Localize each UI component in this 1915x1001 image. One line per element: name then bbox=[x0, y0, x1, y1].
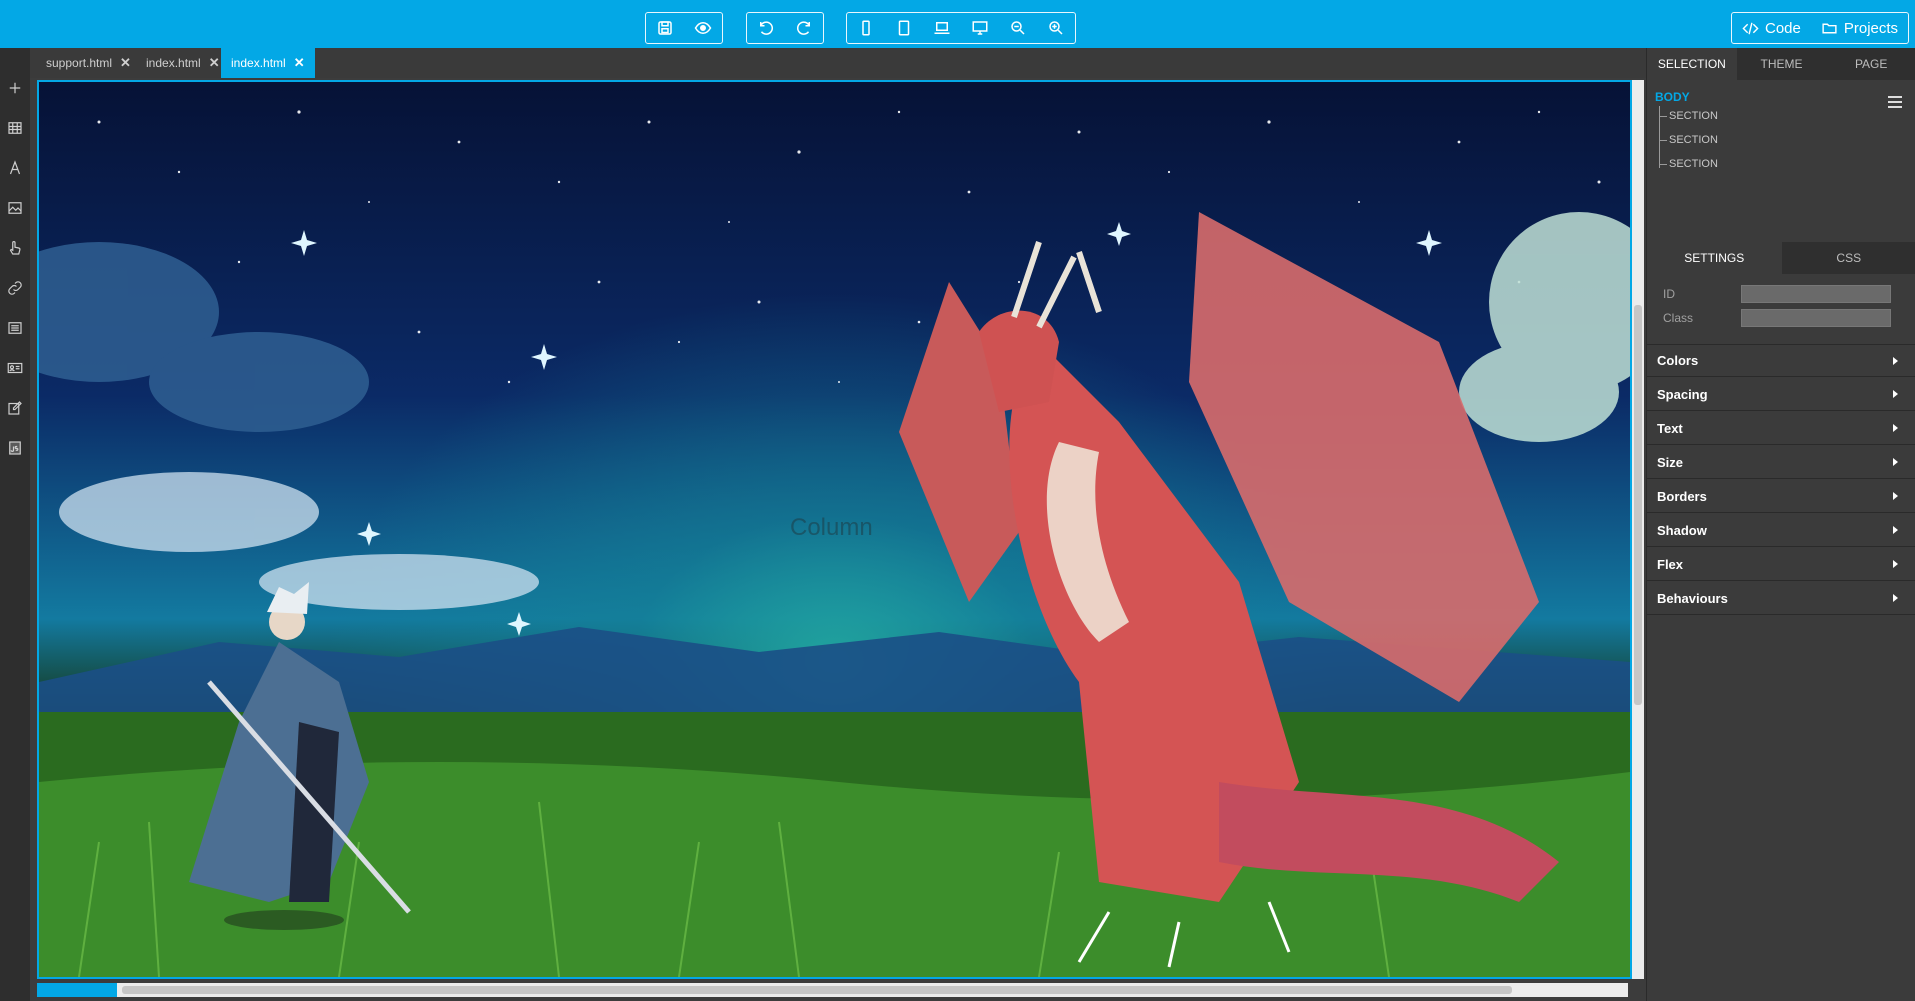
class-field[interactable] bbox=[1741, 309, 1891, 327]
section-label: Flex bbox=[1657, 556, 1684, 572]
dom-tree: BODY SECTION SECTION SECTION bbox=[1655, 90, 1905, 176]
edit-icon[interactable] bbox=[0, 388, 30, 428]
canvas-horizontal-scrollbar[interactable] bbox=[37, 983, 1628, 997]
preview-eye-icon[interactable] bbox=[684, 13, 722, 43]
caret-right-icon bbox=[1893, 458, 1898, 466]
canvas-vertical-scrollbar[interactable] bbox=[1632, 80, 1644, 979]
caret-right-icon bbox=[1893, 594, 1898, 602]
section-shadow[interactable]: Shadow bbox=[1647, 514, 1915, 547]
history-group bbox=[746, 12, 824, 44]
section-flex[interactable]: Flex bbox=[1647, 548, 1915, 581]
tab-css[interactable]: CSS bbox=[1782, 242, 1915, 274]
list-icon[interactable] bbox=[0, 308, 30, 348]
zoom-in-icon[interactable] bbox=[1037, 13, 1075, 43]
file-tab-label: index.html bbox=[146, 56, 201, 70]
code-icon bbox=[1742, 22, 1759, 34]
class-field-row: Class bbox=[1663, 308, 1903, 328]
desktop-icon[interactable] bbox=[961, 13, 999, 43]
column-watermark: Column bbox=[790, 514, 873, 541]
tab-settings[interactable]: SETTINGS bbox=[1647, 242, 1782, 274]
code-button[interactable]: Code bbox=[1732, 13, 1811, 43]
file-tab-label: index.html bbox=[231, 56, 286, 70]
section-label: Colors bbox=[1657, 353, 1699, 368]
projects-button-label: Projects bbox=[1843, 19, 1899, 37]
section-colors[interactable]: Colors bbox=[1647, 344, 1915, 377]
section-label: Text bbox=[1657, 420, 1683, 436]
scrollbar-thumb[interactable] bbox=[1634, 305, 1642, 705]
close-icon[interactable]: ✕ bbox=[120, 55, 131, 71]
section-label: Shadow bbox=[1657, 522, 1707, 538]
redo-icon[interactable] bbox=[785, 13, 823, 43]
section-spacing[interactable]: Spacing bbox=[1647, 378, 1915, 411]
save-icon[interactable] bbox=[646, 13, 684, 43]
section-text[interactable]: Text bbox=[1647, 412, 1915, 445]
tree-node-section[interactable]: SECTION bbox=[1659, 128, 1905, 152]
file-tab-index-active[interactable]: index.html ✕ bbox=[221, 48, 315, 78]
laptop-icon[interactable] bbox=[923, 13, 961, 43]
tree-node-label: SECTION bbox=[1669, 134, 1718, 146]
undo-icon[interactable] bbox=[747, 13, 785, 43]
tree-node-section[interactable]: SECTION bbox=[1659, 152, 1905, 176]
panel-tabs: SELECTION THEME PAGE bbox=[1647, 48, 1915, 80]
file-tab-index[interactable]: index.html ✕ bbox=[136, 48, 230, 78]
device-zoom-group bbox=[846, 12, 1076, 44]
caret-right-icon bbox=[1893, 356, 1898, 365]
section-label: Borders bbox=[1657, 488, 1707, 504]
add-icon[interactable] bbox=[0, 68, 30, 108]
hand-pointer-icon[interactable] bbox=[0, 228, 30, 268]
tree-node-body[interactable]: BODY bbox=[1655, 90, 1905, 104]
properties-panel: SELECTION THEME PAGE BODY SECTION SECTIO… bbox=[1646, 48, 1915, 1001]
tab-page[interactable]: PAGE bbox=[1826, 48, 1915, 80]
projects-button[interactable]: Projects bbox=[1811, 13, 1908, 43]
section-label: Behaviours bbox=[1657, 590, 1728, 606]
tablet-icon[interactable] bbox=[885, 13, 923, 43]
page-canvas[interactable]: Column bbox=[37, 80, 1632, 979]
id-field-label: ID bbox=[1663, 287, 1675, 301]
component-sidebar bbox=[0, 48, 30, 1001]
tree-connector bbox=[1659, 106, 1660, 168]
caret-right-icon bbox=[1893, 424, 1898, 432]
close-icon[interactable]: ✕ bbox=[209, 55, 220, 71]
caret-right-icon bbox=[1893, 560, 1898, 568]
zoom-out-icon[interactable] bbox=[999, 13, 1037, 43]
tree-node-label: SECTION bbox=[1669, 158, 1718, 170]
tree-node-section[interactable]: SECTION bbox=[1659, 104, 1905, 128]
tab-theme[interactable]: THEME bbox=[1737, 48, 1827, 80]
id-field-row: ID bbox=[1663, 284, 1903, 304]
top-toolbar: Code Projects bbox=[0, 0, 1915, 49]
tree-node-label: SECTION bbox=[1669, 110, 1718, 122]
file-tab-label: support.html bbox=[46, 56, 113, 70]
caret-right-icon bbox=[1893, 492, 1898, 500]
link-icon[interactable] bbox=[0, 268, 30, 308]
section-label: Spacing bbox=[1657, 386, 1708, 402]
settings-tabs: SETTINGS CSS bbox=[1647, 242, 1915, 274]
right-actions-group: Code Projects bbox=[1731, 12, 1910, 44]
scrollbar-thumb[interactable] bbox=[122, 986, 1512, 994]
canvas-status-strip bbox=[37, 983, 117, 997]
file-tab-bar: support.html ✕ index.html ✕ index.html ✕ bbox=[30, 48, 1646, 78]
section-behaviours[interactable]: Behaviours bbox=[1647, 582, 1915, 615]
section-label: Size bbox=[1657, 454, 1684, 470]
file-tab-support[interactable]: support.html ✕ bbox=[36, 48, 141, 78]
caret-right-icon bbox=[1893, 526, 1898, 534]
tab-selection[interactable]: SELECTION bbox=[1647, 48, 1737, 80]
close-icon[interactable]: ✕ bbox=[294, 55, 305, 71]
file-actions-group bbox=[645, 12, 723, 44]
id-card-icon[interactable] bbox=[0, 348, 30, 388]
section-borders[interactable]: Borders bbox=[1647, 480, 1915, 513]
class-field-label: Class bbox=[1663, 311, 1694, 325]
code-button-label: Code bbox=[1765, 19, 1801, 37]
hamburger-menu-icon[interactable] bbox=[1888, 96, 1902, 108]
section-size[interactable]: Size bbox=[1647, 446, 1915, 479]
id-field[interactable] bbox=[1741, 285, 1891, 303]
caret-right-icon bbox=[1893, 390, 1898, 398]
text-icon[interactable] bbox=[0, 148, 30, 188]
table-icon[interactable] bbox=[0, 108, 30, 148]
folder-open-icon bbox=[1822, 23, 1837, 33]
image-icon[interactable] bbox=[0, 188, 30, 228]
mobile-icon[interactable] bbox=[847, 13, 885, 43]
js-file-icon[interactable] bbox=[0, 428, 30, 468]
